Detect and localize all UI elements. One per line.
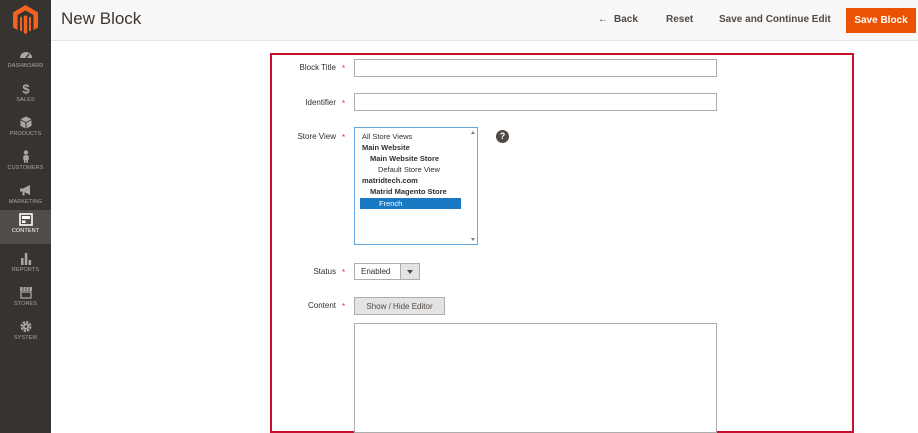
gear-icon — [20, 321, 31, 332]
sidebar-item-label: CUSTOMERS — [7, 165, 44, 171]
sidebar-item-customers[interactable]: CUSTOMERS — [0, 147, 51, 181]
sidebar-item-dashboard[interactable]: DASHBOARD — [0, 45, 51, 79]
status-label: Status — [313, 267, 336, 276]
identifier-input[interactable] — [354, 93, 717, 111]
save-block-button[interactable]: Save Block — [846, 8, 916, 33]
person-icon — [22, 150, 29, 163]
sidebar-item-label: CONTENT — [11, 228, 40, 234]
back-button-label: Back — [614, 14, 638, 25]
sidebar-item-system[interactable]: SYSTEM — [0, 317, 51, 351]
required-marker: * — [342, 133, 346, 142]
bar-chart-icon — [20, 253, 31, 265]
dashboard-icon — [19, 52, 32, 59]
store-view-multiselect[interactable]: All Store Views Main Website Main Websit… — [354, 127, 478, 245]
identifier-label: Identifier — [305, 98, 336, 107]
magento-logo-icon[interactable] — [11, 4, 40, 36]
sidebar-item-products[interactable]: PRODUCTS — [0, 113, 51, 147]
page-header: New Block ← Back Reset Save and Continue … — [51, 0, 918, 41]
layout-icon — [18, 213, 33, 226]
sidebar-item-label: STORES — [13, 301, 38, 307]
store-view-option[interactable]: All Store Views — [362, 132, 412, 141]
required-marker: * — [342, 268, 346, 277]
status-value: Enabled — [361, 267, 391, 276]
save-and-continue-button[interactable]: Save and Continue Edit — [719, 14, 831, 25]
required-marker: * — [342, 64, 346, 73]
help-icon[interactable]: ? — [496, 130, 509, 143]
store-icon — [19, 287, 32, 299]
required-marker: * — [342, 302, 346, 311]
sidebar-item-reports[interactable]: REPORTS — [0, 249, 51, 283]
content-label: Content — [307, 301, 336, 310]
sidebar-item-sales[interactable]: $ SALES — [0, 79, 51, 113]
show-hide-editor-button[interactable]: Show / Hide Editor — [354, 297, 445, 315]
chevron-down-icon — [400, 264, 419, 279]
sidebar-item-label: PRODUCTS — [9, 131, 42, 137]
megaphone-icon — [19, 185, 30, 196]
store-view-option[interactable]: Matrid Magento Store — [370, 187, 447, 196]
required-marker: * — [342, 99, 346, 108]
back-button[interactable]: ← Back — [598, 14, 638, 25]
store-view-option[interactable]: matridtech.com — [362, 176, 418, 185]
sidebar-item-label: MARKETING — [8, 199, 43, 205]
admin-sidebar: DASHBOARD $ SALES PRODUCTS CUSTOMERS MAR… — [0, 0, 51, 433]
store-view-option-selected[interactable]: French — [360, 198, 461, 209]
sidebar-item-label: SYSTEM — [13, 335, 38, 341]
cube-icon — [20, 116, 31, 129]
arrow-left-icon: ← — [598, 14, 608, 25]
svg-text:$: $ — [22, 82, 30, 95]
block-title-label: Block Title — [299, 63, 336, 72]
sidebar-item-content[interactable]: CONTENT — [0, 210, 51, 244]
sidebar-item-stores[interactable]: STORES — [0, 283, 51, 317]
store-view-option[interactable]: Main Website — [362, 143, 410, 152]
sidebar-item-label: SALES — [16, 97, 35, 103]
sidebar-item-label: DASHBOARD — [7, 63, 44, 69]
store-view-option[interactable]: Default Store View — [378, 165, 440, 174]
block-title-input[interactable] — [354, 59, 717, 77]
store-view-label: Store View — [297, 132, 336, 141]
dollar-icon: $ — [22, 82, 30, 95]
content-textarea[interactable] — [354, 323, 717, 433]
store-view-option[interactable]: Main Website Store — [370, 154, 439, 163]
sidebar-item-label: REPORTS — [11, 267, 40, 273]
status-select[interactable]: Enabled — [354, 263, 420, 280]
scrollbar[interactable] — [469, 128, 477, 244]
page-title: New Block — [61, 9, 142, 28]
reset-button[interactable]: Reset — [666, 14, 693, 25]
